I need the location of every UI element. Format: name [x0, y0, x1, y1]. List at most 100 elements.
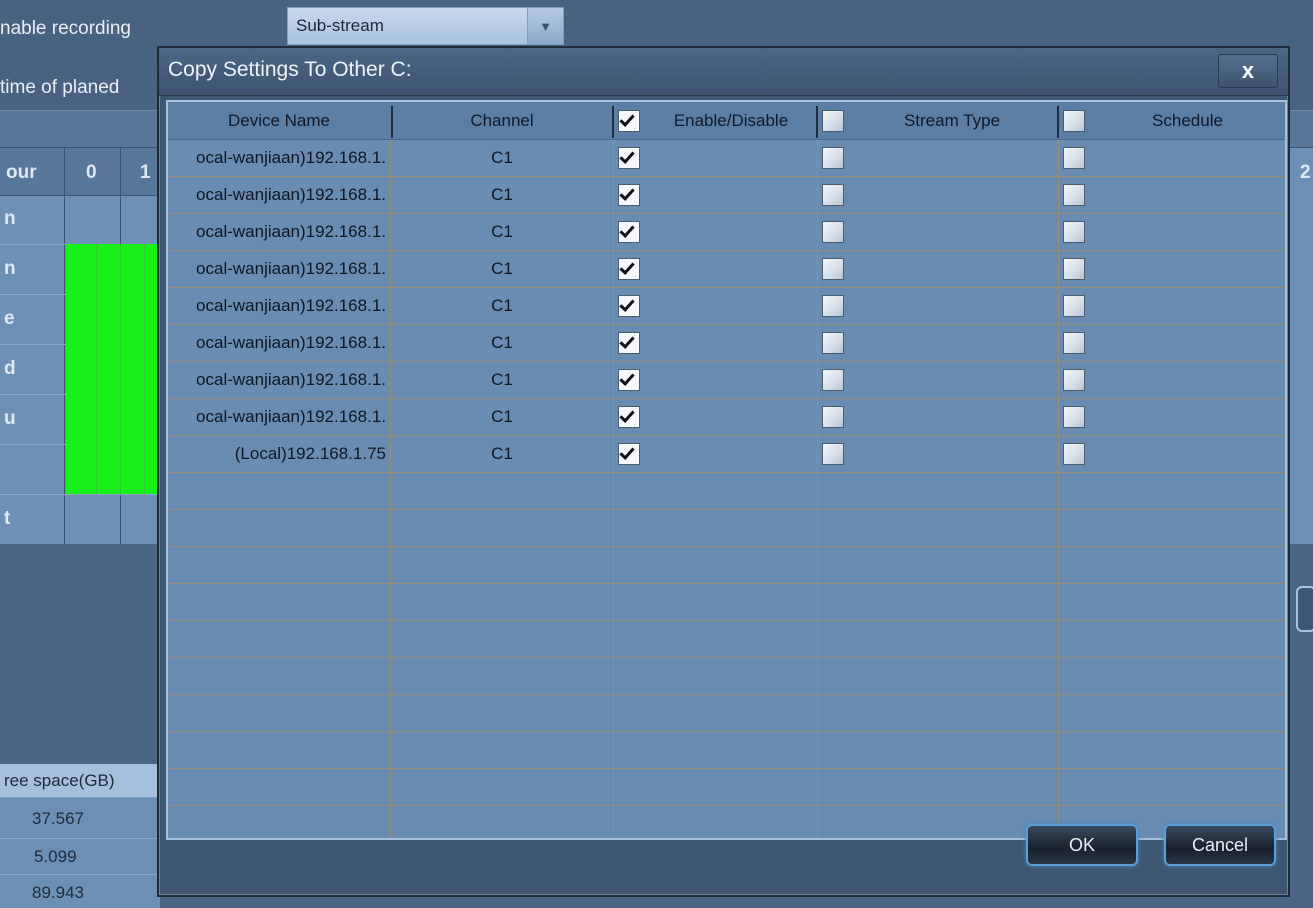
device-name-cell: ocal-wanjiaan)192.168.1. [196, 370, 386, 389]
stream-type-checkbox[interactable] [822, 332, 844, 354]
bg-settings-header: nable recording Sub-stream ▼ [0, 0, 1313, 50]
chevron-down-icon[interactable]: ▼ [527, 8, 563, 44]
stream-type-select-value: Sub-stream [296, 16, 384, 35]
stream-type-checkbox[interactable] [822, 443, 844, 465]
bg-disk-table: ree space(GB) 37.567 5.099 89.943 [0, 764, 160, 908]
empty-row [168, 473, 1285, 510]
empty-row [168, 547, 1285, 584]
schedule-checkbox[interactable] [1063, 369, 1085, 391]
bg-grid-right-edge: 2 [1290, 148, 1313, 544]
device-name-cell: ocal-wanjiaan)192.168.1. [196, 148, 386, 167]
empty-row [168, 695, 1285, 732]
grid-row-label: e [4, 308, 15, 329]
stream-type-checkbox[interactable] [822, 221, 844, 243]
cancel-button[interactable]: Cancel [1164, 824, 1276, 866]
channel-cell: C1 [491, 296, 513, 315]
stream-type-select[interactable]: Sub-stream ▼ [287, 7, 564, 45]
enable-checkbox[interactable] [618, 369, 640, 391]
table-row[interactable]: ocal-wanjiaan)192.168.1. C1 [168, 288, 1285, 325]
grid-header-col: 2 [1300, 162, 1311, 183]
empty-row [168, 769, 1285, 806]
channel-cell: C1 [491, 185, 513, 204]
dialog-title: Copy Settings To Other C: [168, 58, 412, 81]
device-name-cell: (Local)192.168.1.75 [234, 444, 386, 463]
enable-checkbox[interactable] [618, 258, 640, 280]
schedule-checkbox[interactable] [1063, 443, 1085, 465]
table-row[interactable]: (Local)192.168.1.75 C1 [168, 436, 1285, 473]
col-device-name[interactable]: Device Name [168, 102, 390, 140]
free-space-value: 37.567 [32, 809, 84, 828]
empty-row [168, 732, 1285, 769]
col-stream-type[interactable]: Stream Type [848, 102, 1056, 140]
schedule-recording-block [66, 244, 166, 494]
stream-type-checkbox[interactable] [822, 147, 844, 169]
grid-row-label: u [4, 408, 16, 429]
stream-type-checkbox[interactable] [822, 406, 844, 428]
enable-checkbox[interactable] [618, 295, 640, 317]
schedule-checkbox[interactable] [1063, 221, 1085, 243]
schedule-checkbox[interactable] [1063, 406, 1085, 428]
grid-header-col: 0 [86, 162, 97, 183]
schedule-checkbox[interactable] [1063, 184, 1085, 206]
channel-table-header: Device Name Channel Enable/Disable Strea… [168, 102, 1285, 140]
grid-header-col: 1 [140, 162, 151, 183]
header-stream-type-checkbox[interactable] [822, 110, 844, 132]
device-name-cell: ocal-wanjiaan)192.168.1. [196, 222, 386, 241]
stream-type-checkbox[interactable] [822, 184, 844, 206]
grid-row-label: d [4, 358, 16, 379]
grid-row-label: n [4, 258, 16, 279]
enable-checkbox[interactable] [618, 184, 640, 206]
enable-checkbox[interactable] [618, 221, 640, 243]
table-row[interactable]: ocal-wanjiaan)192.168.1. C1 [168, 251, 1285, 288]
schedule-checkbox[interactable] [1063, 295, 1085, 317]
enable-recording-label: nable recording [0, 18, 131, 39]
schedule-checkbox[interactable] [1063, 258, 1085, 280]
ok-button[interactable]: OK [1026, 824, 1138, 866]
channel-cell: C1 [491, 148, 513, 167]
channel-cell: C1 [491, 222, 513, 241]
device-name-cell: ocal-wanjiaan)192.168.1. [196, 407, 386, 426]
schedule-checkbox[interactable] [1063, 147, 1085, 169]
dialog-titlebar[interactable]: Copy Settings To Other C: x [159, 48, 1288, 96]
grid-row-label: t [4, 508, 11, 529]
bg-side-button[interactable] [1296, 586, 1313, 632]
free-space-value: 5.099 [34, 847, 77, 866]
header-enable-checkbox[interactable] [618, 110, 640, 132]
schedule-checkbox[interactable] [1063, 332, 1085, 354]
col-enable-disable[interactable]: Enable/Disable [646, 102, 816, 140]
table-row[interactable]: ocal-wanjiaan)192.168.1. C1 [168, 325, 1285, 362]
close-icon: x [1241, 58, 1255, 83]
stream-type-checkbox[interactable] [822, 369, 844, 391]
stream-type-checkbox[interactable] [822, 295, 844, 317]
device-name-cell: ocal-wanjiaan)192.168.1. [196, 185, 386, 204]
channel-cell: C1 [491, 370, 513, 389]
copy-settings-dialog: Copy Settings To Other C: x Device Name … [157, 46, 1290, 897]
channel-table: Device Name Channel Enable/Disable Strea… [166, 100, 1287, 840]
app-window: nable recording Sub-stream ▼ time of pla… [0, 0, 1313, 908]
enable-checkbox[interactable] [618, 147, 640, 169]
channel-cell: C1 [491, 444, 513, 463]
empty-row [168, 584, 1285, 621]
free-space-header: ree space(GB) [4, 771, 115, 790]
enable-checkbox[interactable] [618, 406, 640, 428]
header-schedule-checkbox[interactable] [1063, 110, 1085, 132]
table-row[interactable]: ocal-wanjiaan)192.168.1. C1 [168, 140, 1285, 177]
channel-cell: C1 [491, 333, 513, 352]
empty-row [168, 510, 1285, 547]
enable-checkbox[interactable] [618, 332, 640, 354]
table-row[interactable]: ocal-wanjiaan)192.168.1. C1 [168, 399, 1285, 436]
device-name-cell: ocal-wanjiaan)192.168.1. [196, 259, 386, 278]
stream-type-checkbox[interactable] [822, 258, 844, 280]
table-row[interactable]: ocal-wanjiaan)192.168.1. C1 [168, 214, 1285, 251]
time-of-planed-label: time of planed [0, 77, 120, 98]
col-channel[interactable]: Channel [392, 102, 612, 140]
col-schedule[interactable]: Schedule [1090, 102, 1285, 140]
channel-cell: C1 [491, 259, 513, 278]
empty-row [168, 621, 1285, 658]
table-row[interactable]: ocal-wanjiaan)192.168.1. C1 [168, 177, 1285, 214]
table-row[interactable]: ocal-wanjiaan)192.168.1. C1 [168, 362, 1285, 399]
grid-header-hour: our [6, 162, 37, 183]
close-button[interactable]: x [1218, 54, 1278, 88]
enable-checkbox[interactable] [618, 443, 640, 465]
grid-row-label: n [4, 208, 16, 229]
